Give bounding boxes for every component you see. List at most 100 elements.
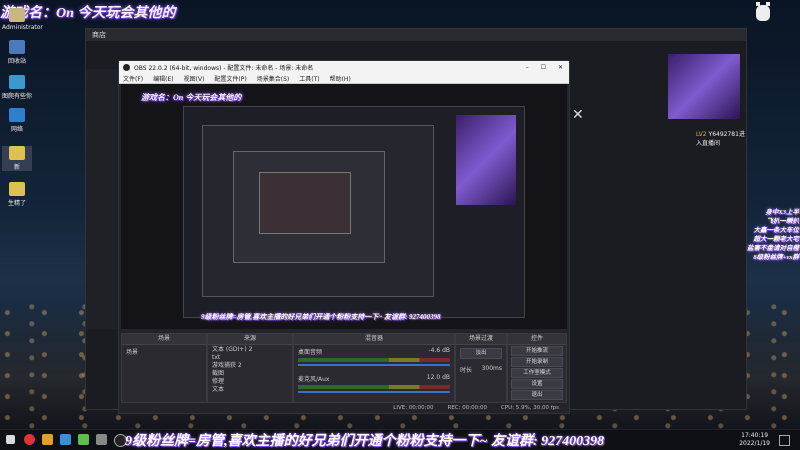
browser-tab-bar: 商店	[86, 29, 746, 41]
sources-header: 来源	[208, 334, 292, 345]
source-item[interactable]: 游戏捕获 2	[212, 362, 288, 370]
audio-meter	[298, 385, 450, 389]
nested-capture-1	[183, 106, 525, 318]
volume-slider[interactable]	[298, 364, 450, 366]
nested-capture-2	[202, 125, 434, 297]
transitions-header: 场景过渡	[456, 334, 506, 345]
controls-header: 控件	[508, 334, 566, 345]
start-recording-button[interactable]: 开始录制	[511, 357, 563, 367]
controls-dock: 控件 开始推流 开始录制 工作室模式 设置 退出	[507, 333, 567, 403]
desktop-icon-label: 生精了	[7, 200, 26, 207]
scene-item[interactable]: 场景	[122, 345, 206, 358]
rec-timer: REC: 00:00:00	[447, 405, 487, 411]
mixer-track-name: 麦克风/Aux	[298, 376, 330, 383]
join-message: LV2 Y6492781进入直播间	[696, 129, 746, 147]
mixer-track-db: -4.6 dB	[428, 347, 450, 354]
menu-help[interactable]: 帮助(H)	[330, 74, 351, 83]
menu-profile[interactable]: 配置文件(P)	[214, 74, 246, 83]
desktop-icon-label: 图爬有些你	[2, 93, 33, 100]
mixer-dock: 混音器 桌面音频 -4.6 dB 麦克风/Aux 12.0 dB	[293, 333, 455, 403]
close-button[interactable]: ✕	[558, 64, 563, 71]
desktop-icon-network[interactable]: 网络	[2, 108, 32, 133]
scroll-banner: 9级粉丝牌=房管,喜欢主播的好兄弟们开通个粉粉支持一下~ 友谊群: 927400…	[125, 434, 605, 449]
source-item[interactable]: 文本	[212, 386, 288, 394]
stream-preview-right	[668, 54, 740, 119]
obs-status-bar: LIVE: 00:00:00 REC: 00:00:00 CPU: 5.9%, …	[119, 404, 569, 413]
desktop-icon-label: 回收站	[7, 58, 26, 65]
browser-sidebar	[86, 69, 121, 329]
menu-edit[interactable]: 编辑(E)	[153, 74, 173, 83]
pc-icon	[9, 75, 25, 89]
browser-taskbar-icon[interactable]	[24, 434, 35, 445]
menu-tools[interactable]: 工具(T)	[299, 74, 319, 83]
app-taskbar-icon[interactable]	[96, 434, 107, 445]
obs-menu-bar: 文件(F) 编辑(E) 视图(V) 配置文件(P) 场景集合(S) 工具(T) …	[119, 73, 569, 84]
level-badge: LV2	[696, 131, 707, 138]
right-overlay-text: 身中X3上半 飞扒一瞬扒 大鑫一条大车位 超大一颗老大宅 盐害不盘请对自橙 8级…	[733, 208, 799, 262]
nested-anime-preview	[456, 115, 516, 205]
source-item[interactable]: 修理	[212, 378, 288, 386]
desktop-user-folder[interactable]: Administrator	[2, 8, 43, 31]
duration-input[interactable]: 300ms	[482, 365, 502, 374]
menu-file[interactable]: 文件(F)	[123, 74, 143, 83]
volume-slider[interactable]	[298, 391, 450, 393]
app-taskbar-icon[interactable]	[42, 434, 53, 445]
nested-capture-3	[233, 151, 385, 263]
desktop-icon-folder[interactable]: 生精了	[2, 182, 32, 207]
studio-mode-button[interactable]: 工作室模式	[511, 368, 563, 378]
overlay-line: 大鑫一条大车位	[753, 227, 800, 234]
sources-dock: 来源 文本 (GDI+) 2 txt 游戏捕获 2 截图 修理 文本	[207, 333, 293, 403]
overlay-line: 盐害不盘请对自橙	[747, 245, 799, 252]
desktop-icon-new[interactable]: 新	[2, 146, 32, 171]
user-folder-icon	[9, 8, 25, 22]
audio-meter	[298, 358, 450, 362]
desktop-icon-label: 网络	[10, 126, 23, 133]
folder-icon	[9, 146, 25, 160]
start-button[interactable]	[6, 435, 15, 444]
app-taskbar-icon[interactable]	[60, 434, 71, 445]
obs-window: OBS 22.0.2 (64-bit, windows) - 配置文件: 未命名…	[118, 60, 570, 414]
close-icon[interactable]: ✕	[572, 107, 584, 123]
settings-button[interactable]: 设置	[511, 379, 563, 389]
overlay-line: 身中X3上半	[765, 209, 799, 216]
clock-time: 17:40:19	[741, 432, 769, 439]
live-timer: LIVE: 00:00:00	[393, 405, 434, 411]
overlay-line: 超大一颗老大宅	[753, 236, 800, 243]
menu-view[interactable]: 视图(V)	[184, 74, 205, 83]
menu-scene-collection[interactable]: 场景集合(S)	[257, 74, 290, 83]
exit-button[interactable]: 退出	[511, 390, 563, 400]
tray-clock[interactable]: 17:40:19 2022/1/19	[739, 432, 770, 448]
start-streaming-button[interactable]: 开始推流	[511, 346, 563, 356]
desktop-icon-label: 新	[13, 164, 20, 171]
mixer-header: 混音器	[294, 334, 454, 345]
transitions-dock: 场景过渡 淡出 时长 300ms	[455, 333, 507, 403]
scenes-header: 场景	[122, 334, 206, 345]
source-item[interactable]: 文本 (GDI+) 2	[212, 346, 288, 354]
mixer-track-name: 桌面音频	[298, 349, 323, 356]
desktop-icon-recycle[interactable]: 回收站	[2, 40, 32, 65]
maximize-button[interactable]: ☐	[541, 64, 546, 71]
recycle-bin-icon	[9, 40, 25, 54]
network-icon	[9, 108, 25, 122]
mixer-track-db: 12.0 dB	[426, 374, 450, 381]
notification-icon[interactable]	[779, 435, 790, 446]
obs-title: OBS 22.0.2 (64-bit, windows) - 配置文件: 未命名…	[134, 64, 314, 72]
duration-label: 时长	[460, 367, 473, 374]
obs-preview[interactable]: 游戏名：On 今天玩会其他的 9级粉丝牌=房管,喜欢主播的好兄弟们开通个粉粉支持…	[121, 84, 567, 329]
cpu-status: CPU: 5.9%, 30.00 fps	[500, 405, 559, 411]
minimize-button[interactable]: –	[526, 64, 529, 71]
cat-ears-icon	[756, 2, 770, 6]
source-item[interactable]: 截图	[212, 370, 288, 378]
overlay-line: 飞扒一瞬扒	[766, 218, 800, 225]
desktop-icon-2[interactable]: 图爬有些你	[2, 75, 32, 100]
folder-icon	[9, 182, 25, 196]
obs-title-bar: OBS 22.0.2 (64-bit, windows) - 配置文件: 未命名…	[119, 61, 569, 73]
overlay-line: 8级粉丝牌+vx群	[753, 254, 799, 261]
app-taskbar-icon[interactable]	[78, 434, 89, 445]
cat-icon	[756, 5, 770, 21]
desktop-user-label: Administrator	[2, 24, 43, 31]
transition-select[interactable]: 淡出	[460, 348, 502, 359]
source-item[interactable]: txt	[212, 354, 288, 362]
obs-logo-icon	[123, 63, 130, 71]
clock-date: 2022/1/19	[739, 440, 770, 447]
